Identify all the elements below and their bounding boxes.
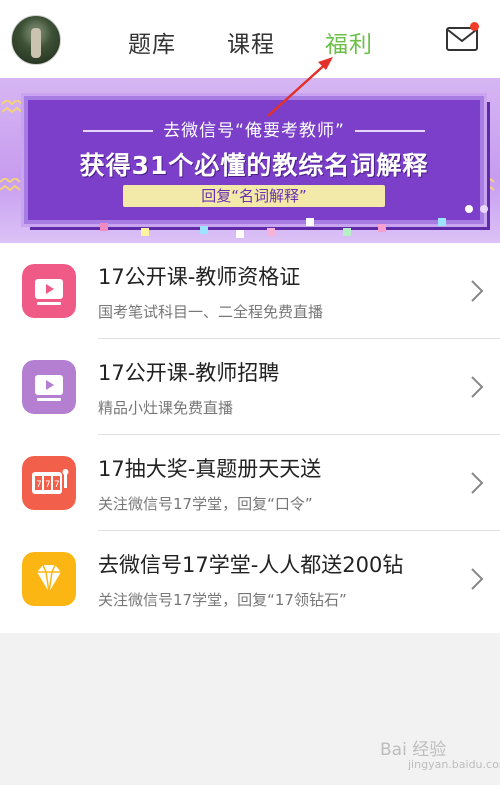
confetti-square xyxy=(236,230,244,238)
item-title: 去微信号17学堂-人人都送200钻 xyxy=(98,553,404,577)
chevron-right-icon xyxy=(471,568,484,590)
zigzag-decoration-icon xyxy=(2,100,23,114)
banner-rule-right xyxy=(354,130,425,132)
confetti-square xyxy=(438,218,446,226)
confetti-square xyxy=(267,228,275,236)
avatar-figure xyxy=(31,28,41,58)
banner-headline: 获得31个必懂的教综名词解释 xyxy=(79,151,429,180)
banner-line1-text: 去微信号“俺要考教师” xyxy=(163,121,345,141)
top-nav-bar: 题库 课程 福利 xyxy=(0,0,500,78)
confetti-square xyxy=(343,228,351,236)
list-item[interactable]: 17公开课-教师招聘 精品小灶课免费直播 xyxy=(0,339,500,435)
carousel-dot xyxy=(465,205,473,213)
tab-courses[interactable]: 课程 xyxy=(227,25,275,59)
item-subtitle: 关注微信号17学堂，回复“17领钻石” xyxy=(98,591,347,609)
slot-machine-icon: 7 7 7 xyxy=(22,456,76,510)
unread-badge xyxy=(470,22,479,31)
avatar[interactable] xyxy=(11,15,61,65)
confetti-square xyxy=(100,223,108,231)
video-play-icon xyxy=(22,360,76,414)
zigzag-decoration-icon xyxy=(0,178,21,192)
chevron-right-icon xyxy=(471,472,484,494)
watermark-url: jingyan.baidu.com xyxy=(408,758,500,771)
svg-text:7: 7 xyxy=(54,480,60,490)
item-subtitle: 精品小灶课免费直播 xyxy=(98,399,234,417)
item-title: 17公开课-教师资格证 xyxy=(98,265,301,289)
chevron-right-icon xyxy=(471,376,484,398)
tab-benefits[interactable]: 福利 xyxy=(325,25,373,59)
confetti-square xyxy=(141,228,149,236)
item-subtitle: 关注微信号17学堂，回复“口令” xyxy=(98,495,313,513)
list-item[interactable]: 去微信号17学堂-人人都送200钻 关注微信号17学堂，回复“17领钻石” xyxy=(0,531,500,627)
list-item[interactable]: 17公开课-教师资格证 国考笔试科目一、二全程免费直播 xyxy=(0,243,500,339)
item-title: 17抽大奖-真题册天天送 xyxy=(98,457,322,481)
chevron-right-icon xyxy=(471,280,484,302)
diamond-icon xyxy=(22,552,76,606)
confetti-square xyxy=(306,218,314,226)
banner-rule-left xyxy=(83,130,154,132)
video-play-icon xyxy=(22,264,76,318)
item-subtitle: 国考笔试科目一、二全程免费直播 xyxy=(98,303,324,321)
watermark: Bai 经验 jingyan.baidu.com xyxy=(380,735,500,771)
svg-text:7: 7 xyxy=(45,480,51,490)
banner-panel: 去微信号“俺要考教师” 获得31个必懂的教综名词解释 回复“名词解释” xyxy=(24,96,484,224)
promo-banner[interactable]: 去微信号“俺要考教师” 获得31个必懂的教综名词解释 回复“名词解释” xyxy=(0,78,500,243)
item-title: 17公开课-教师招聘 xyxy=(98,361,280,385)
banner-reply-hint: 回复“名词解释” xyxy=(123,185,385,207)
svg-text:7: 7 xyxy=(36,480,42,490)
banner-line1: 去微信号“俺要考教师” xyxy=(28,116,480,141)
benefits-list: 17公开课-教师资格证 国考笔试科目一、二全程免费直播 17公开课-教师招聘 精… xyxy=(0,243,500,633)
carousel-dot xyxy=(480,205,488,213)
confetti-square xyxy=(378,224,386,232)
watermark-text: Bai 经验 xyxy=(380,740,447,760)
list-item[interactable]: 7 7 7 17抽大奖-真题册天天送 关注微信号17学堂，回复“口令” xyxy=(0,435,500,531)
confetti-square xyxy=(200,226,208,234)
tab-question-bank[interactable]: 题库 xyxy=(128,25,176,59)
